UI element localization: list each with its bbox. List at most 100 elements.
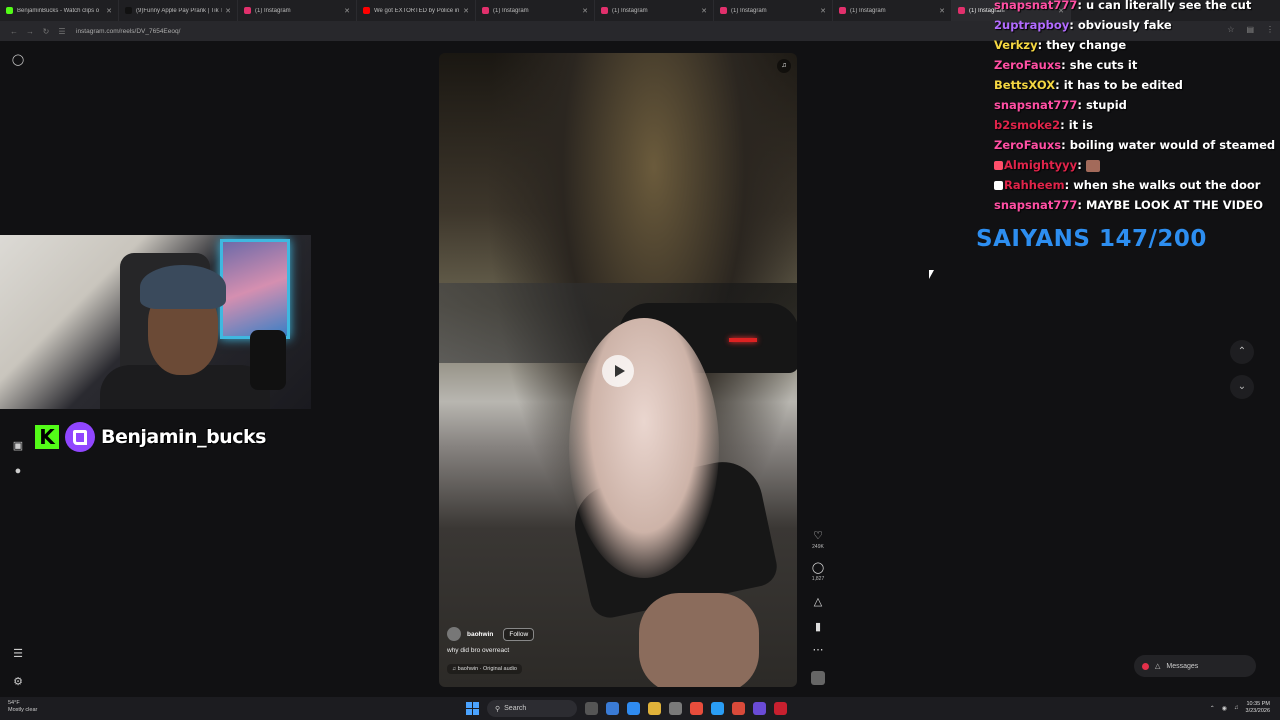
chat-text: it has to be edited (1063, 78, 1183, 92)
chat-message: Almightyyy: (994, 158, 1100, 172)
chat-message: snapsnat777: stupid (994, 98, 1127, 112)
chat-username[interactable]: snapsnat777 (994, 0, 1077, 12)
discord-icon[interactable] (753, 702, 766, 715)
audio-thumbnail[interactable] (808, 671, 828, 685)
clock[interactable]: 10:35 PM 3/23/2026 (1246, 701, 1270, 715)
chat-username[interactable]: 2uptrapboy (994, 18, 1069, 32)
browser-tab[interactable]: We got EXTORTED by Police in ✕ (357, 0, 476, 21)
taskbar-search[interactable]: ⚲ Search (487, 700, 577, 717)
reel-caption: why did bro overreact (447, 647, 510, 654)
taskbar: 54°F Mostly clear ⚲ Search ⌃ ◉ ♫ 10:35 P… (0, 697, 1280, 720)
site-info-icon[interactable]: ☰ (54, 27, 70, 36)
play-button[interactable] (602, 355, 634, 387)
chat-badge-icon (994, 181, 1003, 190)
windows-start-icon[interactable] (466, 702, 479, 715)
wifi-icon[interactable]: ◉ (1222, 705, 1227, 712)
tab-close-icon[interactable]: ✕ (344, 7, 350, 15)
reels-icon[interactable]: ▣ (8, 439, 28, 452)
url-field[interactable]: instagram.com/reels/DV_7654Eeoq/ (76, 28, 180, 35)
instagram-logo-icon[interactable]: ◯ (8, 53, 28, 66)
tab-close-icon[interactable]: ✕ (701, 7, 707, 15)
browser-toolbar-icons: ☆ ▤ ⋮ (1227, 25, 1274, 34)
browser-tab[interactable]: BenjaminBucks - Watch clips o ✕ (0, 0, 119, 21)
tab-close-icon[interactable]: ✕ (225, 7, 231, 15)
more-menu-icon[interactable]: ☰ (8, 647, 28, 660)
chat-username[interactable]: b2smoke2 (994, 118, 1060, 132)
settings-icon[interactable] (669, 702, 682, 715)
chat-username[interactable]: snapsnat777 (994, 198, 1077, 212)
chat-separator: : (1060, 118, 1069, 132)
file-explorer-icon[interactable] (648, 702, 661, 715)
save-action[interactable]: ▮ (808, 621, 828, 633)
chat-message: b2smoke2: it is (994, 118, 1093, 132)
chat-username[interactable]: snapsnat777 (994, 98, 1077, 112)
tab-title: (1) Instagram (850, 7, 886, 14)
tab-close-icon[interactable]: ✕ (582, 7, 588, 15)
author-row: baohwin Follow (447, 627, 727, 641)
chat-separator: : (1077, 198, 1086, 212)
chat-username[interactable]: BettsXOX (994, 78, 1055, 92)
author-avatar[interactable] (447, 627, 461, 641)
reel-meta: baohwin Follow why did bro overreact ♫ b… (447, 627, 727, 675)
profile-avatar-icon[interactable]: ● (8, 465, 28, 477)
messages-button[interactable]: △ Messages (1134, 655, 1256, 677)
comment-action[interactable]: ◯ 1,827 (808, 562, 828, 582)
browser-tab[interactable]: (1) Instagram ✕ (238, 0, 357, 21)
browser-tab[interactable]: (9)Funny Apple Pay Prank | Tik T ✕ (119, 0, 238, 21)
chat-badge-icon (994, 161, 1003, 170)
browser-tab[interactable]: (1) Instagram ✕ (476, 0, 595, 21)
chat-username[interactable]: Verkzy (994, 38, 1038, 52)
chat-username[interactable]: ZeroFauxs (994, 58, 1061, 72)
mouse-cursor (929, 270, 934, 279)
chat-message: Verkzy: they change (994, 38, 1126, 52)
like-action[interactable]: ♡ 249K (808, 530, 828, 550)
chat-text: u can literally see the cut (1085, 0, 1252, 12)
back-icon[interactable]: ← (6, 27, 22, 36)
task-view-icon[interactable] (585, 702, 598, 715)
streamer-name: Benjamin_bucks (101, 426, 266, 448)
previous-reel-button[interactable]: ⌃ (1230, 340, 1254, 364)
browser-tab[interactable]: (1) Instagram ✕ (833, 0, 952, 21)
send-icon: △ (813, 596, 823, 608)
menu-icon[interactable]: ⋮ (1266, 25, 1274, 34)
chrome-icon[interactable] (690, 702, 703, 715)
next-reel-button[interactable]: ⌄ (1230, 375, 1254, 399)
play-icon (614, 365, 625, 377)
browser-tab[interactable]: (1) Instagram ✕ (714, 0, 833, 21)
volume-icon[interactable]: ♫ (1234, 705, 1239, 711)
edge-icon[interactable] (606, 702, 619, 715)
bookmark-icon: ▮ (814, 621, 822, 633)
tab-favicon-icon (363, 7, 370, 14)
tab-close-icon[interactable]: ✕ (463, 7, 469, 15)
follow-button[interactable]: Follow (503, 627, 535, 641)
tab-close-icon[interactable]: ✕ (820, 7, 826, 15)
chat-username[interactable]: ZeroFauxs (994, 138, 1061, 152)
send-icon: △ (1155, 663, 1161, 670)
chat-text: obviously fake (1077, 18, 1172, 32)
browser-tab[interactable]: (1) Instagram ✕ (595, 0, 714, 21)
chat-username[interactable]: Almightyyy (1004, 158, 1077, 172)
reel-audio[interactable]: ♫ baohwin · Original audio (447, 664, 522, 674)
mute-icon[interactable]: ♫ (777, 59, 791, 73)
reel-video[interactable]: ♫ baohwin Follow why did bro overreact ♫… (439, 53, 797, 687)
bookmark-star-icon[interactable]: ☆ (1227, 25, 1234, 34)
more-action[interactable]: ⋯ (808, 644, 828, 656)
chat-username[interactable]: Rahheem (1004, 178, 1065, 192)
share-action[interactable]: △ (808, 596, 828, 608)
tab-favicon-icon (601, 7, 608, 14)
adobe-icon[interactable] (774, 702, 787, 715)
meta-threads-icon[interactable]: ⚙ (8, 675, 28, 688)
telegram-icon[interactable] (711, 702, 724, 715)
extensions-icon[interactable]: ▤ (1246, 25, 1254, 34)
system-tray: ⌃ ◉ ♫ 10:35 PM 3/23/2026 (1210, 701, 1270, 715)
tray-chevron-icon[interactable]: ⌃ (1210, 705, 1215, 712)
tab-close-icon[interactable]: ✕ (106, 7, 112, 15)
comment-icon: ◯ (811, 562, 825, 574)
app-icon[interactable] (732, 702, 745, 715)
forward-icon[interactable]: → (22, 27, 38, 36)
author-name[interactable]: baohwin (467, 631, 493, 638)
tab-close-icon[interactable]: ✕ (939, 7, 945, 15)
weather-widget[interactable]: 54°F Mostly clear (8, 700, 37, 714)
store-icon[interactable] (627, 702, 640, 715)
reload-icon[interactable]: ↻ (38, 27, 54, 36)
